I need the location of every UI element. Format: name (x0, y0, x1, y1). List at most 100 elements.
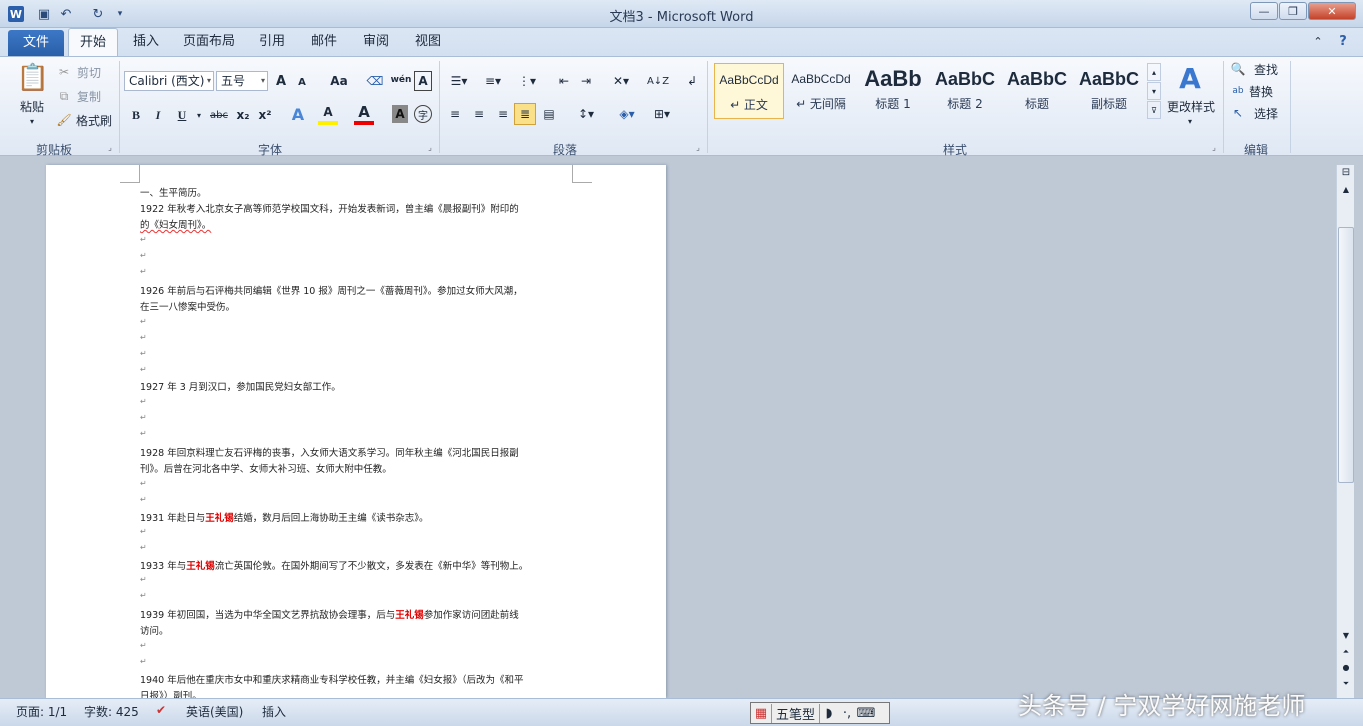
tab-mailings[interactable]: 邮件 (304, 28, 344, 56)
numbering-icon[interactable]: ≡▾ (480, 71, 506, 91)
style-subtitle[interactable]: AaBbC 副标题 (1074, 63, 1144, 119)
page-count[interactable]: 页面: 1/1 (16, 703, 67, 720)
multilevel-list-icon[interactable]: ⋮▾ (514, 71, 540, 91)
clear-format-icon[interactable]: ⌫ (366, 71, 384, 91)
select-button[interactable]: 选择 (1246, 105, 1286, 121)
style-heading-2[interactable]: AaBbC 标题 2 (930, 63, 1000, 119)
ime-name[interactable]: 五笔型 (771, 703, 821, 723)
cut-button[interactable]: 剪切 (74, 63, 104, 81)
style-normal[interactable]: AaBbCcDd ↵ 正文 (714, 63, 784, 119)
help-icon[interactable]: ? (1332, 28, 1354, 56)
enclose-char-icon[interactable]: 字 (414, 105, 432, 123)
scroll-thumb[interactable] (1338, 227, 1354, 483)
minimize-button[interactable]: — (1250, 2, 1278, 20)
paragraph-mark: ↵ (140, 235, 147, 244)
distributed-icon[interactable]: ▤ (540, 105, 558, 123)
highlight-icon[interactable]: A (318, 103, 338, 125)
styles-more-icon[interactable]: ⊽ (1147, 101, 1161, 119)
font-name-combo[interactable]: Calibri (西文) ▾ (124, 71, 214, 91)
style-heading-1[interactable]: AaBb 标题 1 (858, 63, 928, 119)
tab-view[interactable]: 视图 (408, 28, 448, 56)
previous-page-icon[interactable]: ⏶ (1339, 647, 1353, 661)
tab-insert[interactable]: 插入 (124, 28, 168, 56)
increase-indent-icon[interactable]: ⇥ (576, 71, 596, 91)
styles-launcher-icon[interactable]: ⌟ (1208, 141, 1220, 153)
style-title[interactable]: AaBbC 标题 (1002, 63, 1072, 119)
tab-references[interactable]: 引用 (252, 28, 292, 56)
ime-logo-icon[interactable]: ▦ (751, 706, 771, 721)
subscript-button[interactable]: x₂ (234, 105, 252, 125)
tab-file[interactable]: 文件 (8, 30, 64, 56)
italic-button[interactable]: I (150, 105, 166, 125)
bold-button[interactable]: B (128, 105, 144, 125)
restore-button[interactable]: ❐ (1279, 2, 1307, 20)
paste-dropdown-icon[interactable]: ▾ (22, 115, 42, 127)
language[interactable]: 英语(美国) (186, 703, 243, 720)
chinese-layout-icon[interactable]: ✕▾ (608, 71, 634, 91)
replace-button[interactable]: 替换 (1246, 83, 1276, 99)
align-right-icon[interactable]: ≡ (494, 105, 512, 123)
clipboard-launcher-icon[interactable]: ⌟ (104, 141, 116, 153)
align-left-icon[interactable]: ≡ (446, 105, 464, 123)
sort-icon[interactable]: A↓Z (647, 71, 669, 91)
phonetic-guide-icon[interactable]: wén (390, 69, 412, 91)
char-shading-icon[interactable]: A (392, 105, 408, 123)
scroll-up-icon[interactable]: ▲ (1339, 185, 1353, 199)
ime-keyboard-icon[interactable]: ⌨ (856, 706, 876, 721)
paste-icon[interactable]: 📋 (16, 61, 50, 95)
align-center-icon[interactable]: ≡ (470, 105, 488, 123)
font-group-label: 字体 (257, 143, 282, 157)
copy-button[interactable]: 复制 (74, 87, 104, 105)
find-button[interactable]: 查找 (1246, 61, 1286, 77)
style-name: 标题 1 (875, 97, 911, 111)
change-styles-button[interactable]: 更改样式 (1164, 97, 1218, 115)
shrink-font-icon[interactable]: A (294, 73, 310, 91)
justify-icon[interactable]: ≣ (514, 103, 536, 125)
show-marks-icon[interactable]: ↲ (684, 71, 700, 91)
decrease-indent-icon[interactable]: ⇤ (554, 71, 574, 91)
borders-icon[interactable]: ⊞▾ (648, 105, 676, 123)
paragraph-launcher-icon[interactable]: ⌟ (692, 141, 704, 153)
line-spacing-icon[interactable]: ↕▾ (572, 105, 600, 123)
close-button[interactable]: ✕ (1308, 2, 1356, 20)
format-painter-button[interactable]: 格式刷 (74, 111, 114, 129)
scroll-down-icon[interactable]: ▼ (1339, 631, 1353, 645)
char-border-icon[interactable]: A (414, 71, 432, 91)
styles-scroll-up-icon[interactable]: ▴ (1147, 63, 1161, 81)
ime-halfwidth-icon[interactable]: ◗ (820, 706, 838, 721)
document-page[interactable]: 一、生平简历。 1922 年秋考入北京女子高等师范学校国文科，开始发表新词，曾主… (46, 165, 666, 702)
bullets-icon[interactable]: ☰▾ (446, 71, 472, 91)
strikethrough-button[interactable]: abc (208, 105, 230, 125)
word-count[interactable]: 字数: 425 (84, 703, 139, 720)
ime-punctuation-icon[interactable]: ·, (838, 706, 856, 721)
vertical-scrollbar[interactable]: ⊟ ▲ ▼ ⏶ ● ⏷ (1336, 165, 1354, 698)
superscript-button[interactable]: x² (256, 105, 274, 125)
font-size-combo[interactable]: 五号 ▾ (216, 71, 268, 91)
tab-review[interactable]: 审阅 (356, 28, 396, 56)
underline-dropdown-icon[interactable]: ▾ (194, 105, 204, 125)
paragraph-shading-icon[interactable]: ◈▾ (612, 105, 642, 123)
font-color-icon[interactable]: A (354, 103, 374, 125)
insert-mode[interactable]: 插入 (262, 703, 286, 720)
style-no-spacing[interactable]: AaBbCcDd ↵ 无间隔 (786, 63, 856, 119)
styles-scroll-down-icon[interactable]: ▾ (1147, 82, 1161, 100)
separator (439, 61, 440, 153)
proofing-icon[interactable]: ✔ (156, 703, 166, 717)
paste-button[interactable]: 粘贴 (12, 97, 52, 115)
font-launcher-icon[interactable]: ⌟ (424, 141, 436, 153)
change-styles-icon[interactable]: A (1174, 61, 1206, 95)
change-case-icon[interactable]: Aa (326, 71, 352, 91)
browse-object-icon[interactable]: ● (1339, 663, 1353, 677)
ruler-toggle-icon[interactable]: ⊟ (1339, 167, 1353, 181)
underline-button[interactable]: U (174, 105, 190, 125)
ime-toolbar[interactable]: ▦ 五笔型 ◗ ·, ⌨ (750, 702, 890, 724)
tab-home[interactable]: 开始 (68, 28, 118, 56)
text-effects-icon[interactable]: A (288, 103, 308, 125)
replace-icon: ab (1232, 86, 1244, 96)
grow-font-icon[interactable]: A (272, 71, 290, 91)
chevron-down-icon[interactable]: ▾ (1184, 115, 1196, 127)
find-icon: 🔍 (1230, 62, 1246, 76)
next-page-icon[interactable]: ⏷ (1339, 679, 1353, 693)
tab-page-layout[interactable]: 页面布局 (176, 28, 242, 56)
minimize-ribbon-icon[interactable]: ⌃ (1308, 28, 1328, 56)
